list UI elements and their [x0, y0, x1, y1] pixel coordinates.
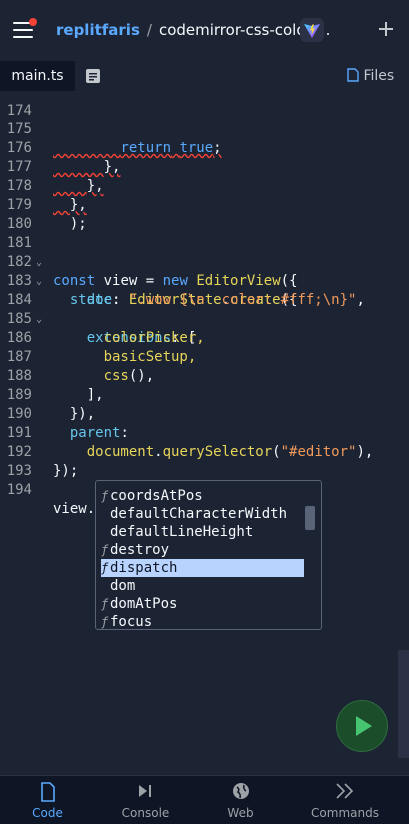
editor-scrollbar[interactable]: [398, 650, 409, 758]
files-button[interactable]: Files: [347, 61, 409, 91]
nav-web[interactable]: Web: [193, 776, 288, 824]
code-line: 179 );: [0, 177, 409, 232]
notification-dot: [29, 18, 37, 26]
document-icon: [86, 69, 100, 83]
autocomplete-item-selected[interactable]: ƒ dispatch: [101, 559, 304, 577]
file-icon: [0, 782, 95, 804]
autocomplete-item[interactable]: ƒ coordsAtPos: [101, 487, 304, 505]
breadcrumb-username[interactable]: replitfaris: [56, 21, 140, 39]
code-line: 180: [0, 196, 409, 232]
line-number: 194: [6, 482, 32, 498]
breadcrumb-separator: /: [146, 21, 152, 39]
console-icon: [98, 782, 193, 804]
autocomplete-item[interactable]: ƒ domAtPos: [101, 595, 304, 613]
file-tab-bar: main.ts Files: [0, 61, 409, 92]
code-line: 184 ⌄ extensions: [: [0, 272, 409, 346]
files-label: Files: [363, 68, 395, 84]
code-line: 191 document.querySelector("#editor"),: [0, 405, 409, 460]
autocomplete-item[interactable]: dom: [101, 577, 304, 595]
run-button[interactable]: [336, 700, 388, 752]
breadcrumb: replitfaris / codemirror-css-color-...: [56, 20, 330, 40]
code-line: 175 return true;: [0, 101, 409, 156]
function-icon: ƒ: [101, 561, 109, 575]
code-line: 183 doc: ".wow {\n color: #fff;\n}",: [0, 253, 409, 308]
code-line: 192 });: [0, 424, 409, 479]
code-editor[interactable]: 174 175 return true; 176 }, 177 }, 178 }…: [0, 91, 409, 775]
code-line: 182 ⌄ state: EditorState.create({: [0, 234, 409, 308]
function-icon: ƒ: [101, 489, 109, 503]
code-line: 194 view.: [0, 462, 409, 517]
add-tab-button[interactable]: [376, 17, 396, 41]
code-line: 189 }),: [0, 367, 409, 422]
autocomplete-popup[interactable]: ƒ coordsAtPos defaultCharacterWidth defau…: [95, 480, 322, 630]
autocomplete-item[interactable]: ƒ destroy: [101, 541, 304, 559]
code-line: 193: [0, 443, 409, 479]
function-icon: ƒ: [101, 615, 109, 629]
play-icon: [356, 716, 372, 736]
code-line: 186 basicSetup,: [0, 310, 409, 365]
code-line: 190 parent:: [0, 386, 409, 441]
autocomplete-item[interactable]: defaultLineHeight: [101, 523, 304, 541]
autocomplete-item[interactable]: defaultCharacterWidth: [101, 505, 304, 523]
chevrons-icon: [295, 782, 395, 804]
autocomplete-scrollbar[interactable]: [305, 506, 315, 530]
code-line: 188 ],: [0, 348, 409, 403]
autocomplete-item[interactable]: ƒ focus: [101, 613, 304, 629]
tab-document-button[interactable]: [80, 61, 106, 91]
function-icon: ƒ: [101, 543, 109, 557]
code-line: 177 },: [0, 139, 409, 194]
code-line: 185 colorPicker,: [0, 291, 409, 346]
nav-console[interactable]: Console: [98, 776, 193, 824]
globe-icon: [193, 782, 288, 804]
vite-logo-icon[interactable]: [300, 18, 324, 42]
plus-icon: [379, 22, 393, 36]
nav-commands[interactable]: Commands: [295, 776, 395, 824]
tab-main-ts[interactable]: main.ts: [0, 61, 75, 91]
code-line: 187 css(),: [0, 329, 409, 384]
function-icon: ƒ: [101, 597, 109, 611]
bottom-nav: Code Console Web Commands: [0, 775, 409, 824]
files-icon: [347, 68, 359, 82]
code-line: 176 },: [0, 120, 409, 175]
nav-code[interactable]: Code: [0, 776, 95, 824]
top-bar: replitfaris / codemirror-css-color-...: [0, 0, 409, 61]
code-line: 181 ⌄ const view = new EditorView({: [0, 215, 409, 289]
code-line: 178 },: [0, 158, 409, 213]
